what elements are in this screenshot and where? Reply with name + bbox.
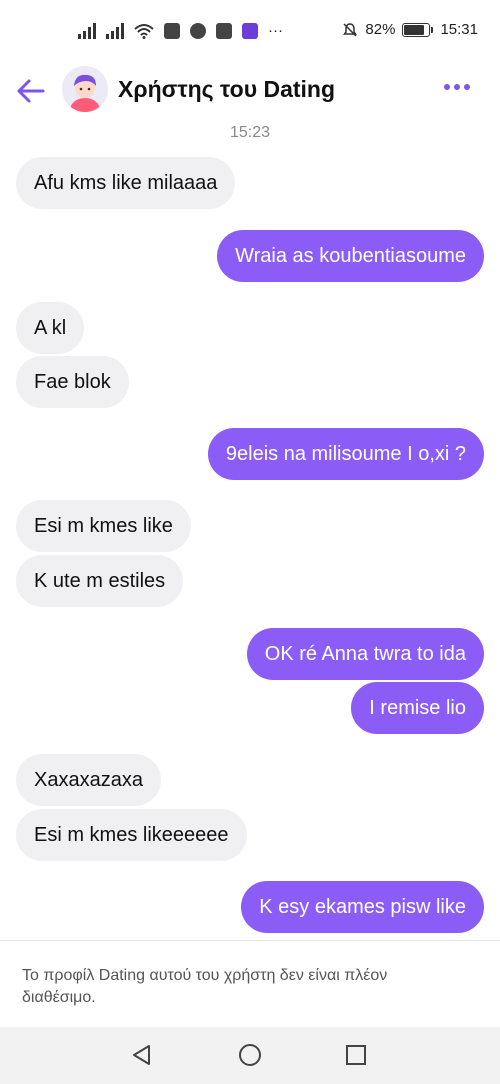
- nav-recents-button[interactable]: [344, 1043, 368, 1067]
- message-incoming[interactable]: Esi m kmes like: [16, 500, 191, 552]
- message-incoming[interactable]: Esi m kmes likeeeeee: [16, 809, 247, 861]
- avatar-icon: [62, 66, 108, 112]
- chat-timestamp: 15:23: [229, 124, 271, 141]
- message-incoming[interactable]: K ute m estiles: [16, 555, 184, 607]
- app-icon: [190, 22, 206, 39]
- clock: 15:31: [440, 21, 478, 38]
- app-icon: [216, 22, 232, 39]
- back-triangle-icon: [133, 1045, 150, 1065]
- status-bar: ··· 82% 15:31: [0, 0, 500, 60]
- message-incoming[interactable]: Afu kms like milaaaa: [16, 157, 236, 209]
- recents-square-icon: [346, 1045, 366, 1065]
- battery-percent: 82%: [365, 21, 396, 38]
- more-notifications-indicator: ···: [268, 22, 283, 39]
- chat-header: Χρήστης του Dating: [0, 62, 500, 118]
- app-icon: [242, 22, 258, 39]
- battery-icon: [402, 22, 434, 37]
- signal-icon: [106, 22, 124, 39]
- back-arrow-icon: [17, 79, 45, 103]
- more-options-button[interactable]: [444, 84, 470, 90]
- message-outgoing[interactable]: Wraia as koubentiasoume: [217, 230, 484, 282]
- app-icon: [164, 22, 180, 39]
- contact-name: Χρήστης του Dating: [118, 76, 336, 102]
- message-outgoing[interactable]: I remise lio: [351, 682, 484, 734]
- home-circle-icon: [239, 1044, 261, 1066]
- message-outgoing[interactable]: K esy ekames pisw like: [241, 881, 484, 933]
- system-nav-bar: [0, 1027, 500, 1084]
- message-incoming[interactable]: A kl: [16, 302, 85, 354]
- message-incoming[interactable]: Fae blok: [16, 356, 129, 408]
- more-options-icon: [444, 84, 450, 90]
- wifi-icon: [134, 23, 154, 39]
- status-left-icons: ···: [78, 22, 283, 39]
- back-button[interactable]: [14, 74, 48, 108]
- nav-home-button[interactable]: [238, 1043, 262, 1067]
- message-outgoing[interactable]: OK ré Anna twra to ida: [246, 628, 484, 680]
- message-outgoing[interactable]: 9eleis na milisoume I o,xi ?: [207, 428, 484, 480]
- signal-icon: [78, 22, 96, 39]
- profile-unavailable-notice: Το προφίλ Dating αυτού του χρήστη δεν εί…: [0, 940, 500, 1027]
- message-incoming[interactable]: Xaxaxazaxa: [16, 754, 161, 806]
- avatar[interactable]: [62, 66, 108, 112]
- status-right-icons: 82% 15:31: [342, 21, 478, 38]
- nav-back-button[interactable]: [130, 1043, 154, 1067]
- mute-icon: [343, 22, 358, 37]
- notice-text: Το προφίλ Dating αυτού του χρήστη δεν εί…: [22, 967, 388, 1006]
